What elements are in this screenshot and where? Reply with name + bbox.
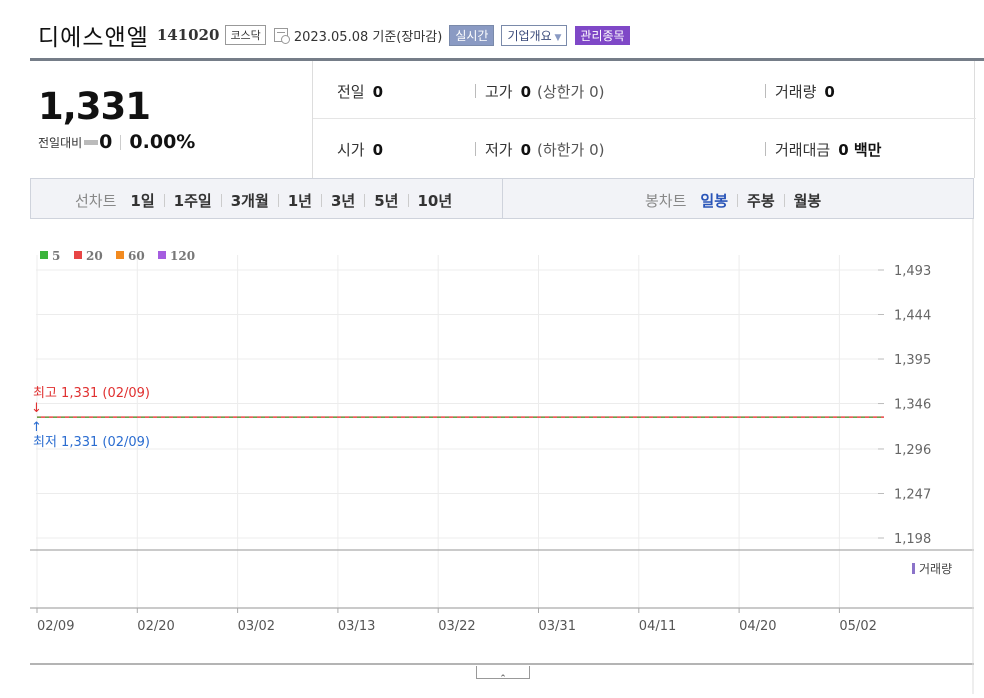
company-overview-button[interactable]: 기업개요 ▼ bbox=[501, 24, 568, 46]
x-tick-label: 02/20 bbox=[137, 619, 174, 634]
x-tick-label: 03/22 bbox=[438, 619, 475, 634]
period-3m[interactable]: 3개월 bbox=[231, 190, 269, 211]
stock-code: 141020 bbox=[156, 26, 220, 44]
low-price-value: 0 bbox=[520, 141, 532, 159]
y-tick-label: 1,493 bbox=[894, 264, 931, 279]
volume-legend-swatch bbox=[912, 563, 915, 574]
prev-close: 전일 0 bbox=[337, 81, 383, 102]
price-chart: 1,493 1,444 1,395 1,346 1,296 1,247 1,198 02/09… bbox=[0, 219, 984, 694]
change-percent: 0.00% bbox=[129, 131, 196, 153]
period-5y[interactable]: 5년 bbox=[374, 190, 398, 211]
x-tick-label: 03/02 bbox=[238, 619, 275, 634]
y-tick-label: 1,395 bbox=[894, 353, 931, 368]
x-tick-label: 03/31 bbox=[539, 619, 576, 634]
y-tick-label: 1,296 bbox=[894, 443, 931, 458]
volume: 거래량 0 bbox=[765, 81, 835, 102]
change-row: 전일대비 0 0.00% bbox=[38, 131, 195, 153]
high-arrow-icon: ↓ bbox=[31, 401, 42, 416]
high-price-value: 0 bbox=[520, 83, 532, 101]
current-price: 1,331 bbox=[38, 85, 151, 128]
legend-swatch bbox=[158, 251, 166, 259]
y-tick-label: 1,198 bbox=[894, 532, 931, 547]
y-tick-label: 1,346 bbox=[894, 398, 931, 413]
price-summary: 1,331 전일대비 0 0.00% 전일 0 고가 0 (상한가 0) 거래량 0 시… bbox=[30, 58, 984, 178]
legend-swatch bbox=[74, 251, 82, 259]
line-chart-label: 선차트 bbox=[75, 192, 117, 210]
open-price-label: 시가 bbox=[337, 141, 365, 159]
y-tick-label: 1,444 bbox=[894, 309, 931, 324]
x-tick-label: 04/11 bbox=[639, 619, 676, 634]
change-value: 0 bbox=[99, 131, 113, 153]
base-date: 2023.05.08 기준(장마감) bbox=[293, 29, 443, 45]
period-1d[interactable]: 1일 bbox=[130, 190, 154, 211]
legend-label: 5 bbox=[52, 249, 60, 263]
price-stats: 전일 0 고가 0 (상한가 0) 거래량 0 시가 0 저가 0 (하한가 0) 거래대금 0… bbox=[312, 61, 976, 178]
candle-weekly[interactable]: 주봉 bbox=[747, 190, 775, 211]
period-1w[interactable]: 1주일 bbox=[174, 190, 212, 211]
caret-down-icon: ▼ bbox=[551, 32, 562, 43]
legend-label: 60 bbox=[128, 249, 145, 263]
legend-swatch bbox=[116, 251, 124, 259]
low-price-label: 저가 bbox=[485, 141, 513, 159]
chevron-up-icon: ⌃ bbox=[499, 674, 507, 684]
managed-stock-badge[interactable]: 관리종목 bbox=[575, 25, 630, 45]
realtime-button[interactable]: 실시간 bbox=[449, 24, 495, 46]
low-arrow-icon: ↑ bbox=[31, 420, 42, 435]
stats-row: 시가 0 저가 0 (하한가 0) 거래대금 0 백만 bbox=[313, 119, 976, 177]
candle-daily[interactable]: 일봉 bbox=[700, 190, 728, 211]
x-tick-label: 02/09 bbox=[37, 619, 74, 634]
candle-chart-label: 봉차트 bbox=[645, 192, 687, 210]
open-price-value: 0 bbox=[372, 141, 384, 159]
upper-limit: (상한가 0) bbox=[537, 83, 605, 101]
period-10y[interactable]: 10년 bbox=[418, 190, 453, 211]
low-price: 저가 0 (하한가 0) bbox=[475, 139, 604, 160]
period-1y[interactable]: 1년 bbox=[288, 190, 312, 211]
stock-header: 디에스앤엘 141020 코스닥 2023.05.08 기준(장마감) 실시간 … bbox=[38, 18, 630, 52]
flat-icon bbox=[84, 139, 99, 145]
candle-monthly[interactable]: 월봉 bbox=[794, 190, 822, 211]
legend-label: 120 bbox=[170, 249, 195, 263]
chart-toolbar: 선차트 1일 1주일 3개월 1년 3년 5년 10년 봉차트 일봉 주봉 월봉 bbox=[30, 178, 974, 219]
divider bbox=[120, 134, 122, 150]
period-3y[interactable]: 3년 bbox=[331, 190, 355, 211]
trade-amount-value: 0 백만 bbox=[838, 141, 882, 159]
market-badge: 코스닥 bbox=[225, 25, 266, 45]
trade-amount-label: 거래대금 bbox=[775, 141, 831, 159]
candle-chart-periods: 봉차트 일봉 주봉 월봉 bbox=[645, 190, 821, 211]
x-tick-label: 05/02 bbox=[839, 619, 876, 634]
collapse-button[interactable]: ⌃ bbox=[476, 666, 530, 684]
x-tick-label: 03/13 bbox=[338, 619, 375, 634]
price-box: 1,331 전일대비 0 0.00% bbox=[30, 61, 312, 178]
trade-amount: 거래대금 0 백만 bbox=[765, 139, 881, 160]
chart-svg: 1,493 1,444 1,395 1,346 1,296 1,247 1,198 02/09… bbox=[30, 219, 974, 694]
change-label: 전일대비 bbox=[38, 135, 83, 150]
low-annotation: 최저 1,331 (02/09) bbox=[33, 435, 150, 450]
open-price: 시가 0 bbox=[337, 139, 383, 160]
high-price-label: 고가 bbox=[485, 83, 513, 101]
company-overview-label: 기업개요 bbox=[507, 28, 552, 43]
volume-value: 0 bbox=[824, 83, 835, 101]
prev-close-value: 0 bbox=[372, 83, 384, 101]
high-annotation: 최고 1,331 (02/09) bbox=[33, 386, 150, 401]
volume-label: 거래량 bbox=[775, 83, 817, 101]
stock-name: 디에스앤엘 bbox=[38, 25, 149, 51]
volume-label: 거래량 bbox=[919, 562, 952, 576]
calendar-icon bbox=[273, 28, 290, 44]
legend-label: 20 bbox=[86, 249, 103, 263]
x-tick-label: 04/20 bbox=[739, 619, 776, 634]
legend-swatch bbox=[40, 251, 48, 259]
prev-close-label: 전일 bbox=[337, 83, 365, 101]
stats-row: 전일 0 고가 0 (상한가 0) 거래량 0 bbox=[313, 61, 976, 119]
line-chart-periods: 선차트 1일 1주일 3개월 1년 3년 5년 10년 bbox=[75, 190, 452, 211]
lower-limit: (하한가 0) bbox=[537, 141, 605, 159]
high-price: 고가 0 (상한가 0) bbox=[475, 81, 604, 102]
y-tick-label: 1,247 bbox=[894, 487, 931, 502]
